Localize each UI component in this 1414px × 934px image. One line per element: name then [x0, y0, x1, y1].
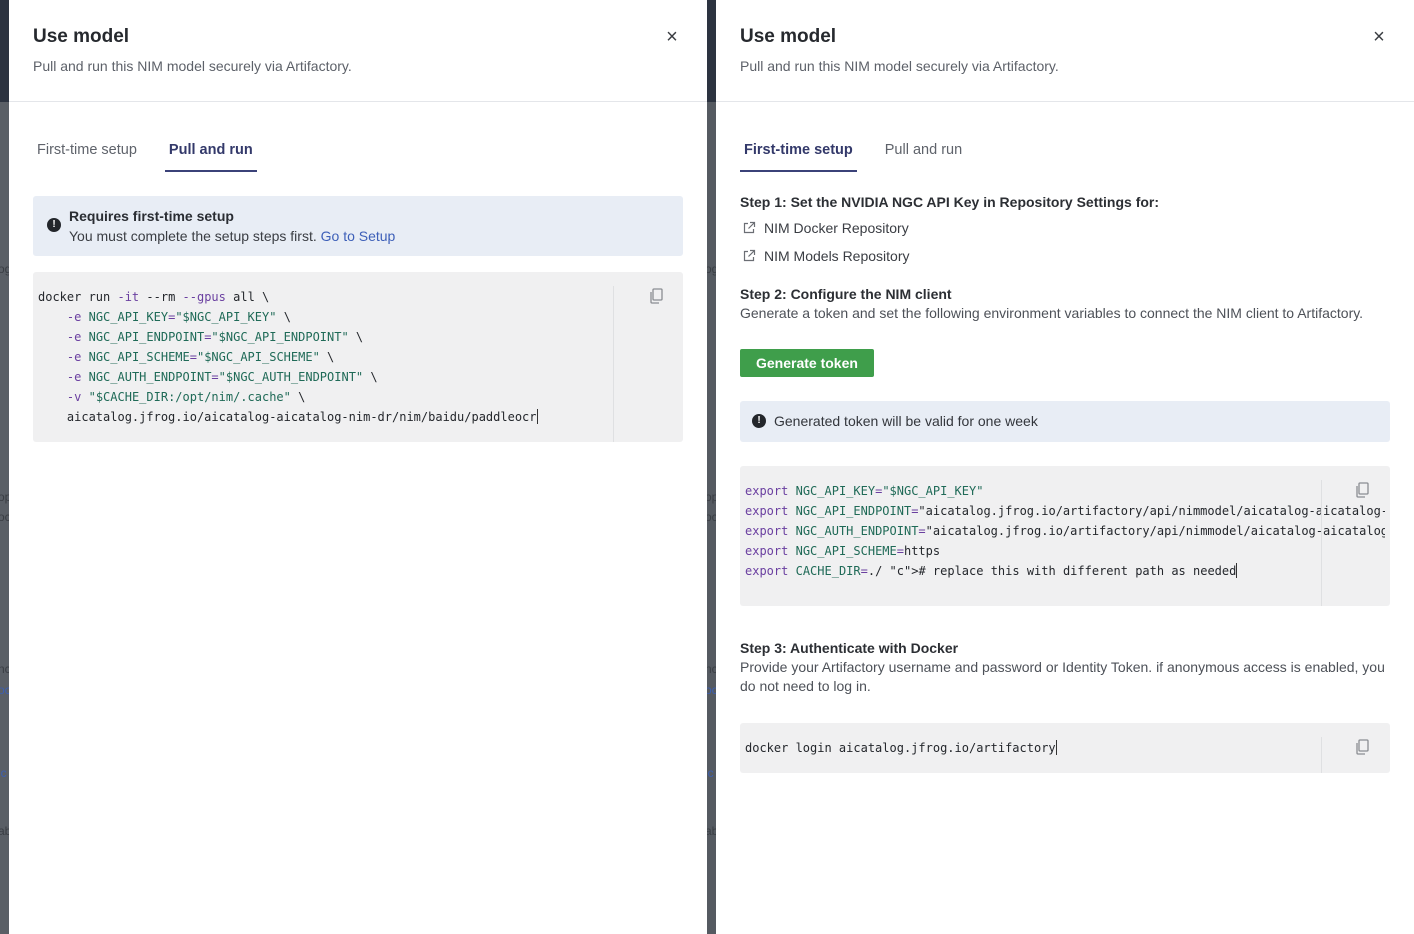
background-text-fragment: op	[0, 490, 9, 504]
code-line: -e NGC_API_SCHEME="$NGC_API_SCHEME" \	[38, 347, 678, 367]
alert-text: Generated token will be valid for one we…	[774, 413, 1038, 429]
drawer-title: Use model	[33, 26, 130, 47]
tab-bar: First-time setup Pull and run	[33, 140, 683, 172]
code-text: -e NGC_API_KEY="$NGC_API_KEY" \	[66, 310, 291, 324]
step2-description: Generate a token and set the following e…	[740, 305, 1364, 321]
alert-text: You must complete the setup steps first.…	[69, 228, 395, 244]
code-text: export NGC_API_ENDPOINT="aicatalog.jfrog…	[745, 503, 1385, 518]
generate-token-button[interactable]: Generate token	[740, 348, 874, 377]
step1-links: NIM Docker Repository NIM Models Reposit…	[740, 214, 1390, 270]
use-model-drawer-pull-and-run: Use model Pull and run this NIM model se…	[9, 0, 707, 934]
background-text-fragment: nc	[707, 662, 716, 676]
background-text-fragment: op	[707, 490, 716, 504]
copy-icon[interactable]	[649, 288, 663, 304]
close-icon[interactable]: ×	[1368, 26, 1390, 48]
code-line: export NGC_API_ENDPOINT="aicatalog.jfrog…	[745, 501, 1385, 521]
background-strip-left: og op oc nc oc ic ab	[0, 0, 9, 934]
code-line: export NGC_API_SCHEME=https	[745, 541, 1385, 561]
background-header	[0, 0, 9, 102]
drawer-header: Use model Pull and run this NIM model se…	[716, 0, 1414, 102]
code-line: docker login aicatalog.jfrog.io/artifact…	[745, 738, 1385, 758]
code-text: export NGC_API_KEY="$NGC_API_KEY"	[745, 483, 984, 498]
env-export-code-block[interactable]: export NGC_API_KEY="$NGC_API_KEY" export…	[740, 465, 1390, 606]
code-divider	[1321, 479, 1322, 606]
go-to-setup-link[interactable]: Go to Setup	[321, 228, 396, 244]
nim-docker-repository-link[interactable]: NIM Docker Repository	[740, 214, 1390, 242]
step3-title: Step 3: Authenticate with Docker	[740, 639, 959, 656]
token-validity-alert: ! Generated token will be valid for one …	[740, 400, 1390, 442]
code-line: -e NGC_API_ENDPOINT="$NGC_API_ENDPOINT" …	[38, 327, 678, 347]
close-icon[interactable]: ×	[661, 26, 683, 48]
background-text-fragment: oc	[0, 683, 9, 697]
external-link-icon	[743, 221, 756, 234]
code-line: -e NGC_AUTH_ENDPOINT="$NGC_AUTH_ENDPOINT…	[38, 367, 678, 387]
generate-token-row: Generate token	[740, 348, 1390, 377]
code-divider	[613, 286, 614, 442]
background-text-fragment: oc	[707, 683, 716, 697]
alert-message: You must complete the setup steps first.	[69, 228, 317, 244]
code-text: -e NGC_API_SCHEME="$NGC_API_SCHEME" \	[66, 350, 335, 364]
text-cursor	[536, 409, 538, 424]
background-text-fragment: ic	[707, 766, 714, 780]
step1-title: Step 1: Set the NVIDIA NGC API Key in Re…	[740, 194, 1160, 210]
drawer-body: First-time setup Pull and run ! Requires…	[9, 140, 707, 442]
text-cursor	[1236, 562, 1238, 578]
background-text-fragment: og	[707, 262, 716, 276]
background-strip-middle: og op oc nc oc ic ab	[707, 0, 716, 934]
code-text: -e NGC_API_ENDPOINT="$NGC_API_ENDPOINT" …	[66, 330, 364, 344]
code-line: -v "$CACHE_DIR:/opt/nim/.cache" \	[38, 387, 678, 407]
link-label: NIM Docker Repository	[764, 220, 909, 236]
drawer-body: First-time setup Pull and run Step 1: Se…	[716, 140, 1414, 773]
code-text: docker login aicatalog.jfrog.io/artifact…	[745, 740, 1056, 755]
setup-required-alert: ! Requires first-time setup You must com…	[33, 196, 683, 256]
background-text-fragment: ic	[0, 766, 7, 780]
code-text: export NGC_API_SCHEME=https	[745, 543, 941, 558]
code-divider	[1321, 736, 1322, 773]
background-text-fragment: ab	[0, 824, 9, 838]
background-text-fragment: oc	[0, 510, 9, 524]
background-header	[707, 0, 716, 102]
code-text: aicatalog.jfrog.io/aicatalog-aicatalog-n…	[38, 410, 537, 424]
docker-login-code-block[interactable]: docker login aicatalog.jfrog.io/artifact…	[740, 722, 1390, 773]
code-line: -e NGC_API_KEY="$NGC_API_KEY" \	[38, 307, 678, 327]
drawer-subtitle: Pull and run this NIM model securely via…	[33, 58, 352, 74]
drawer-title: Use model	[740, 26, 837, 47]
use-model-drawer-first-time-setup: Use model Pull and run this NIM model se…	[716, 0, 1414, 934]
code-text: export CACHE_DIR=./ "c"># replace this w…	[745, 563, 1237, 578]
background-text-fragment: ab	[707, 824, 716, 838]
drawer-subtitle: Pull and run this NIM model securely via…	[740, 58, 1059, 74]
code-text: export NGC_AUTH_ENDPOINT="aicatalog.jfro…	[745, 523, 1385, 538]
info-icon: !	[752, 414, 766, 428]
info-icon: !	[47, 218, 61, 232]
step2-title: Step 2: Configure the NIM client	[740, 286, 952, 302]
copy-icon[interactable]	[1355, 738, 1369, 755]
tab-first-time-setup[interactable]: First-time setup	[740, 140, 857, 172]
text-cursor	[1055, 739, 1057, 755]
nim-models-repository-link[interactable]: NIM Models Repository	[740, 242, 1390, 270]
background-text-fragment: og	[0, 262, 9, 276]
tab-bar: First-time setup Pull and run	[740, 140, 1390, 172]
alert-content: Requires first-time setup You must compl…	[69, 208, 395, 244]
tab-first-time-setup[interactable]: First-time setup	[33, 140, 141, 172]
copy-icon[interactable]	[1355, 481, 1369, 498]
drawer-header: Use model Pull and run this NIM model se…	[9, 0, 707, 102]
docker-run-code-block[interactable]: docker run -it --rm --gpus all \ -e NGC_…	[33, 272, 683, 442]
code-line: export NGC_AUTH_ENDPOINT="aicatalog.jfro…	[745, 521, 1385, 541]
code-text: docker run -it --rm --gpus all \	[38, 290, 270, 304]
code-line: export NGC_API_KEY="$NGC_API_KEY"	[745, 481, 1385, 501]
link-label: NIM Models Repository	[764, 248, 910, 264]
code-line: aicatalog.jfrog.io/aicatalog-aicatalog-n…	[38, 407, 678, 427]
tab-pull-and-run[interactable]: Pull and run	[881, 140, 966, 172]
background-text-fragment: nc	[0, 662, 9, 676]
alert-title: Requires first-time setup	[69, 208, 234, 224]
external-link-icon	[743, 249, 756, 262]
code-line: docker run -it --rm --gpus all \	[38, 287, 678, 307]
tab-pull-and-run[interactable]: Pull and run	[164, 140, 257, 172]
code-line: export CACHE_DIR=./ "c"># replace this w…	[745, 561, 1385, 581]
code-text: -v "$CACHE_DIR:/opt/nim/.cache" \	[66, 390, 306, 404]
step3-description: Provide your Artifactory username and pa…	[740, 658, 1385, 695]
code-text: -e NGC_AUTH_ENDPOINT="$NGC_AUTH_ENDPOINT…	[66, 370, 378, 384]
background-text-fragment: oc	[707, 510, 716, 524]
